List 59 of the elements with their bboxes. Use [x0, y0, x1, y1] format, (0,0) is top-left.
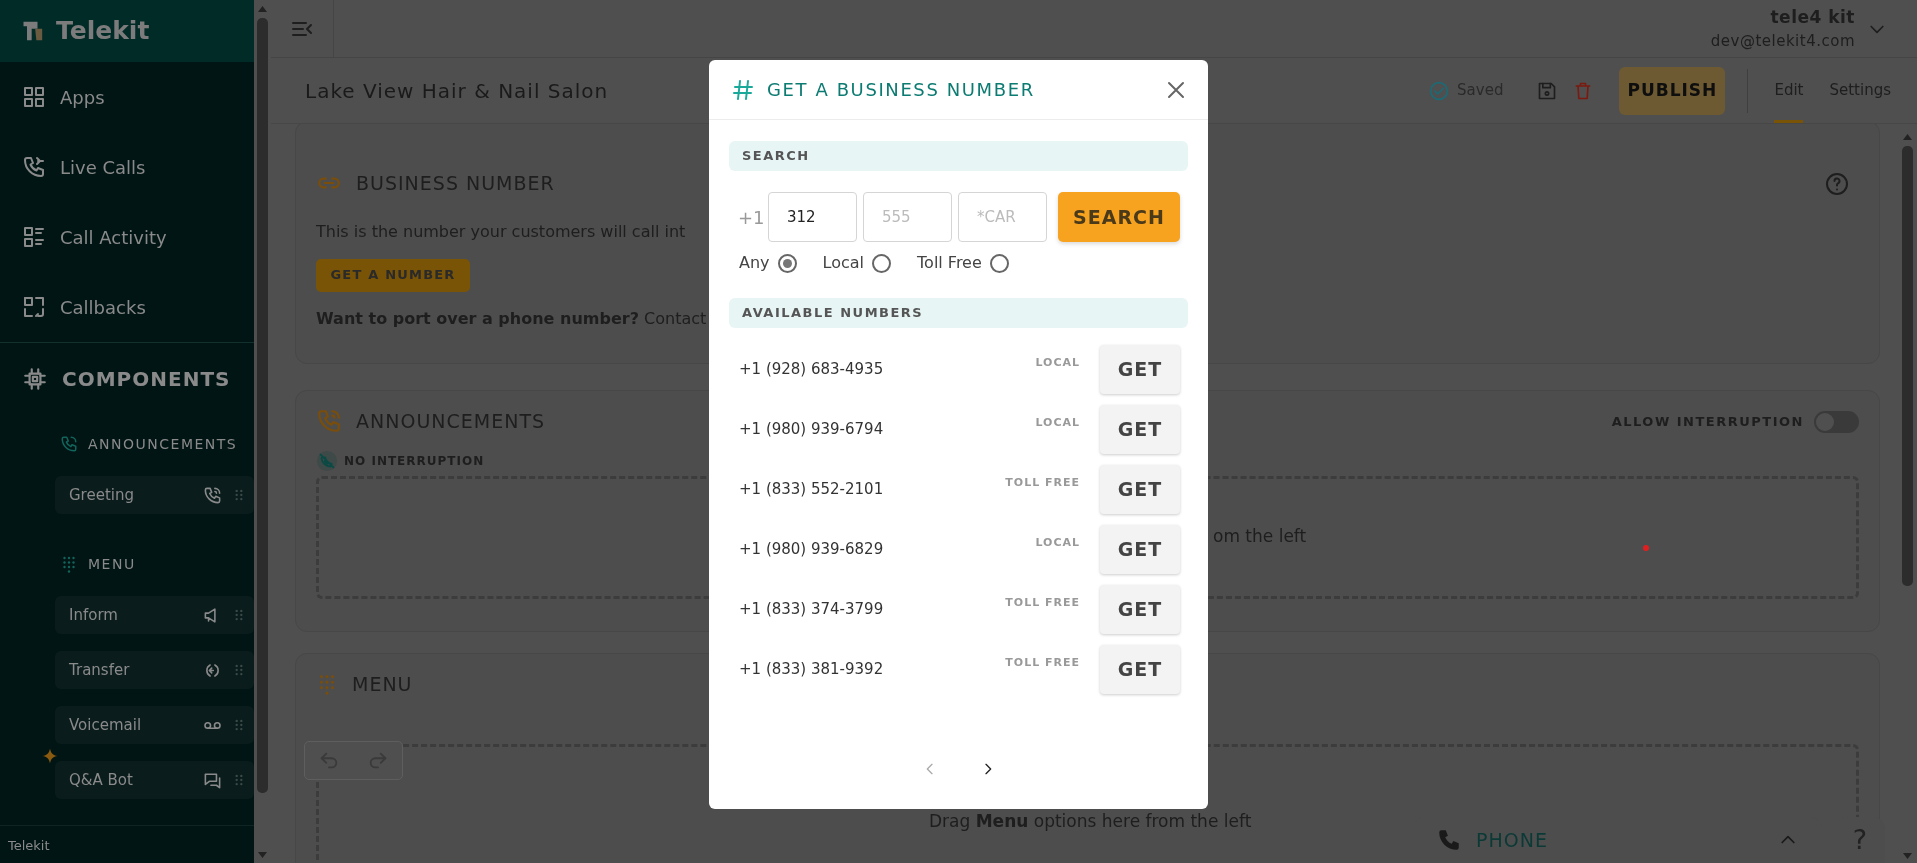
number-type: TOLL FREE — [1005, 474, 1080, 491]
phone-arrow-icon — [22, 155, 46, 179]
phone-ring-icon — [316, 408, 342, 435]
phone-number: +1 (980) 939-6794 — [739, 418, 885, 440]
phone-number: +1 (928) 683-4935 — [739, 358, 885, 380]
get-button[interactable]: GET — [1100, 464, 1180, 514]
get-button[interactable]: GET — [1100, 584, 1180, 634]
number-type: LOCAL — [1035, 354, 1080, 371]
sidebar-item[interactable]: Live Calls — [0, 132, 254, 202]
group-heading: ANNOUNCEMENTS — [88, 434, 238, 454]
component-item[interactable]: Inform — [55, 596, 254, 634]
get-button[interactable]: GET — [1100, 404, 1180, 454]
dialpad-icon — [60, 555, 78, 573]
chip-icon — [22, 365, 48, 392]
sidebar-item[interactable]: Callbacks — [0, 272, 254, 342]
brand-name: Telekit — [56, 15, 150, 48]
chat-icon — [203, 770, 222, 790]
cursor-dot — [1643, 545, 1649, 551]
search-button[interactable]: SEARCH — [1058, 192, 1180, 242]
phone-ring-icon — [203, 485, 222, 505]
phone-number: +1 (833) 552-2101 — [739, 478, 885, 500]
input-field[interactable]: *CAR — [958, 192, 1047, 242]
number-type: TOLL FREE — [1005, 594, 1080, 611]
hash-icon — [731, 77, 755, 102]
list-icon — [22, 225, 46, 249]
save-button[interactable] — [1537, 80, 1558, 101]
component-item[interactable]: Q&A Bot — [55, 761, 254, 799]
phone-ring-icon — [60, 435, 78, 453]
radio-option[interactable]: Toll Free — [917, 251, 1009, 275]
input-field[interactable]: 312 — [768, 192, 857, 242]
grid-icon — [22, 85, 46, 109]
squares-icon — [22, 295, 46, 319]
component-item[interactable]: Voicemail — [55, 706, 254, 744]
phone-icon — [1436, 827, 1462, 853]
get-button[interactable]: GET — [1100, 524, 1180, 574]
country-code: +1 — [737, 205, 762, 230]
get-button[interactable]: GET — [1100, 344, 1180, 394]
radio-option[interactable]: Local — [822, 251, 892, 275]
no-phone-icon — [316, 449, 338, 472]
section-heading: COMPONENTS — [62, 365, 231, 393]
phone-number: +1 (833) 374-3799 — [739, 598, 885, 620]
component-item[interactable]: Transfer — [55, 651, 254, 689]
dialog-title: GET A BUSINESS NUMBER — [767, 78, 1036, 102]
section-heading: SEARCH — [729, 141, 1188, 171]
sidebar-item[interactable]: Call Activity — [0, 202, 254, 272]
phone-number: +1 (833) 381-9392 — [739, 658, 885, 680]
number-type: LOCAL — [1035, 414, 1080, 431]
check-circle-icon — [1429, 80, 1450, 101]
input-field[interactable]: 555 — [863, 192, 952, 242]
number-type: LOCAL — [1035, 534, 1080, 551]
radio-option[interactable]: Any — [739, 251, 797, 275]
get-button[interactable]: GET — [1100, 644, 1180, 694]
help-icon[interactable] — [1825, 171, 1849, 196]
phone-number: +1 (980) 939-6829 — [739, 538, 885, 560]
number-type: TOLL FREE — [1005, 654, 1080, 671]
section-heading: AVAILABLE NUMBERS — [729, 298, 1188, 328]
component-item[interactable]: Greeting — [55, 476, 254, 514]
group-heading: MENU — [88, 554, 136, 574]
sidebar-item[interactable]: Apps — [0, 62, 254, 132]
